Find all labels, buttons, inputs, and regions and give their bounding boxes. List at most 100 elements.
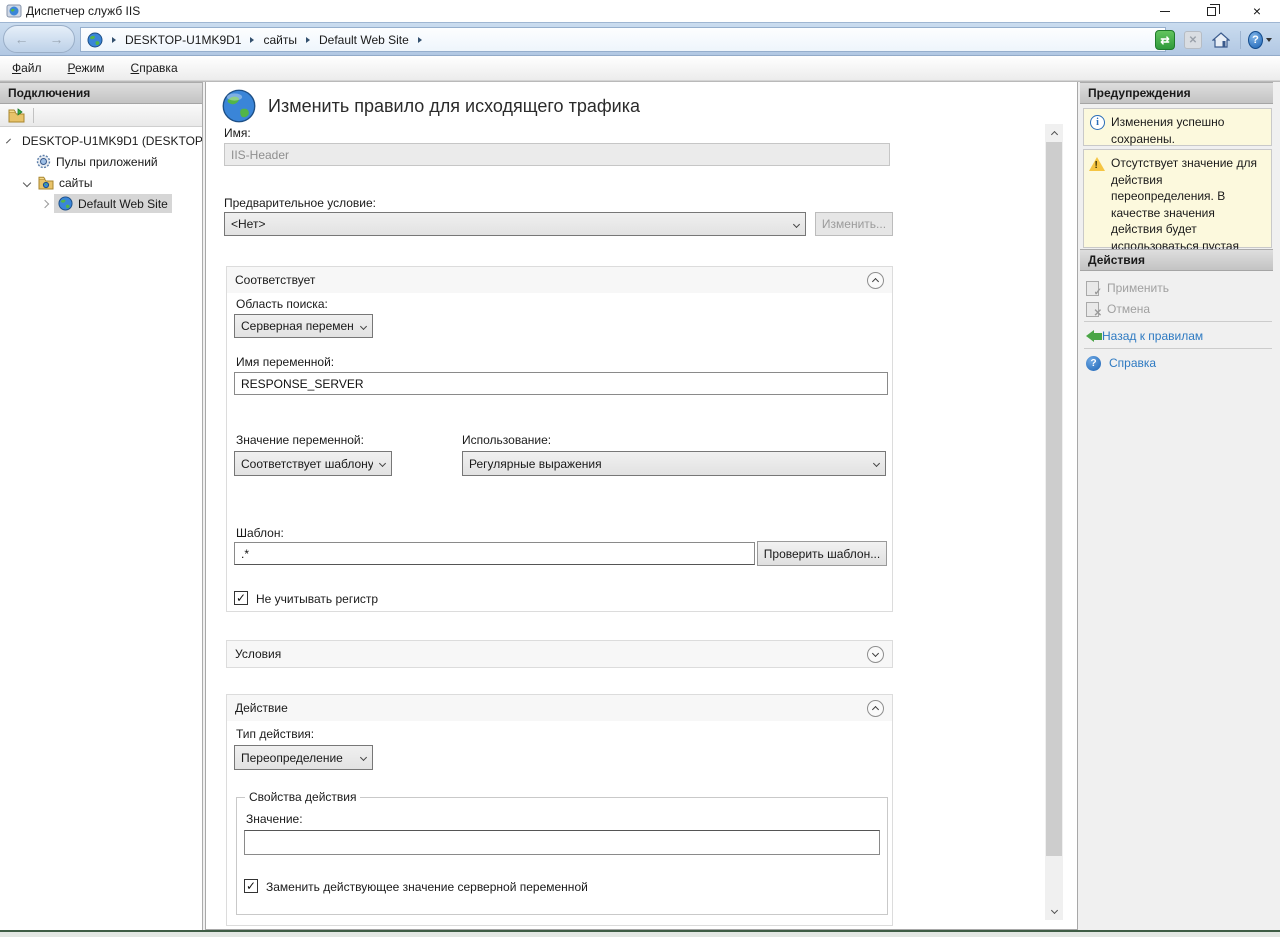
precondition-label: Предварительное условие:: [224, 196, 376, 210]
variable-value-label: Значение переменной:: [236, 433, 364, 447]
scope-select[interactable]: Серверная переменн: [234, 314, 373, 338]
tree-item-app-pools[interactable]: Пулы приложений: [0, 151, 202, 172]
replace-value-label: Заменить действующее значение серверной …: [266, 880, 588, 894]
precondition-value: <Нет>: [231, 217, 787, 231]
action-section-header[interactable]: Действие: [227, 695, 892, 721]
variable-name-label: Имя переменной:: [236, 355, 334, 369]
breadcrumb-item-server[interactable]: DESKTOP-U1MK9D1: [125, 33, 241, 47]
close-button[interactable]: ×: [1234, 0, 1280, 22]
conditions-section-header[interactable]: Условия: [227, 641, 892, 667]
iis-logo-icon: [6, 3, 22, 19]
pattern-input[interactable]: [234, 542, 755, 565]
name-input[interactable]: [224, 143, 890, 166]
chevron-down-icon: [867, 461, 885, 466]
action-type-label: Тип действия:: [236, 727, 314, 741]
restore-button[interactable]: [1188, 0, 1234, 22]
chevron-down-icon: [354, 324, 372, 329]
test-pattern-button[interactable]: Проверить шаблон...: [757, 541, 887, 566]
help-action[interactable]: ? Справка: [1086, 353, 1156, 373]
vertical-scrollbar[interactable]: [1045, 124, 1063, 920]
chevron-down-icon: [354, 755, 372, 760]
stop-button[interactable]: ✕: [1181, 28, 1205, 52]
cancel-action[interactable]: ✕ Отмена: [1086, 299, 1150, 319]
collapse-button[interactable]: [867, 700, 884, 717]
connections-panel: Подключения DESKTOP-U1MK9D1 (DESKTOP: [0, 82, 203, 930]
chevron-right-icon[interactable]: [41, 199, 49, 207]
breadcrumb[interactable]: DESKTOP-U1MK9D1 сайты Default Web Site: [80, 27, 1166, 52]
back-to-rules-label: Назад к правилам: [1102, 329, 1203, 343]
help-label: Справка: [1109, 356, 1156, 370]
chevron-down-icon: [787, 222, 805, 227]
breadcrumb-item-sites[interactable]: сайты: [263, 33, 297, 47]
using-value: Регулярные выражения: [469, 457, 867, 471]
chevron-down-icon: [872, 649, 879, 656]
toolbar-separator: [1240, 31, 1241, 49]
expand-button[interactable]: [867, 646, 884, 663]
connections-toolbar: [0, 104, 202, 127]
home-icon: [1212, 32, 1230, 48]
apply-action[interactable]: ✓ Применить: [1086, 278, 1169, 298]
home-button[interactable]: [1209, 28, 1233, 52]
alert-warning: Отсутствует значение для действия переоп…: [1083, 149, 1272, 248]
chevron-down-icon[interactable]: [23, 178, 31, 186]
connections-header: Подключения: [0, 82, 202, 104]
match-section-header[interactable]: Соответствует: [227, 267, 892, 293]
alert-info: i Изменения успешно сохранены.: [1083, 108, 1272, 146]
ignore-case-checkbox[interactable]: ✓: [234, 591, 248, 605]
navigation-control: ← →: [3, 25, 75, 53]
toolbar-separator: [33, 108, 34, 123]
action-type-select[interactable]: Переопределение: [234, 745, 373, 770]
conditions-section: Условия: [226, 640, 893, 668]
apply-icon: ✓: [1086, 281, 1099, 296]
ignore-case-label: Не учитывать регистр: [256, 592, 378, 606]
collapse-button[interactable]: [867, 272, 884, 289]
using-select[interactable]: Регулярные выражения: [462, 451, 886, 476]
variable-name-input[interactable]: [234, 372, 888, 395]
menu-file[interactable]: Файл: [12, 61, 42, 75]
value-label: Значение:: [246, 812, 303, 826]
breadcrumb-item-default-web-site[interactable]: Default Web Site: [319, 33, 409, 47]
precondition-select[interactable]: <Нет>: [224, 212, 806, 236]
scroll-thumb[interactable]: [1046, 142, 1062, 856]
address-bar: ← → DESKTOP-U1MK9D1 сайты Default Web Si…: [0, 22, 1280, 56]
breadcrumb-arrow-icon: [418, 37, 422, 43]
tree-selection: Default Web Site: [54, 194, 172, 213]
scope-label: Область поиска:: [236, 297, 328, 311]
scope-value: Серверная переменн: [241, 319, 354, 333]
menu-help[interactable]: Справка: [131, 61, 178, 75]
forward-icon[interactable]: →: [50, 32, 64, 46]
variable-value-select[interactable]: Соответствует шаблону: [234, 451, 392, 476]
tree-item-sites[interactable]: сайты: [0, 172, 202, 193]
save-connections-icon[interactable]: [8, 108, 25, 123]
tree-item-default-web-site[interactable]: Default Web Site: [0, 193, 202, 214]
chevron-down-icon[interactable]: [6, 138, 11, 143]
alert-text: Изменения успешно сохранены.: [1111, 115, 1224, 146]
chevron-up-icon: [872, 278, 879, 285]
minimize-icon: [1160, 11, 1170, 12]
app-pools-icon: [36, 154, 51, 169]
breadcrumb-arrow-icon: [306, 37, 310, 43]
scroll-down-icon: [1050, 906, 1057, 913]
action-type-value: Переопределение: [241, 751, 354, 765]
globe-icon: [87, 32, 103, 48]
window-title: Диспетчер служб IIS: [26, 4, 140, 18]
apply-label: Применить: [1107, 281, 1169, 295]
scroll-down-button[interactable]: [1045, 902, 1063, 920]
action-properties-group: Свойства действия: [236, 797, 888, 915]
separator: [1084, 321, 1272, 322]
back-icon[interactable]: ←: [15, 32, 29, 46]
breadcrumb-arrow-icon: [112, 37, 116, 43]
value-input[interactable]: [244, 830, 880, 855]
menu-view[interactable]: Режим: [68, 61, 105, 75]
tree-item-label: Default Web Site: [78, 197, 168, 211]
help-button[interactable]: ?: [1248, 28, 1272, 52]
edit-precondition-button[interactable]: Изменить...: [815, 212, 893, 236]
refresh-button[interactable]: ⇄: [1153, 28, 1177, 52]
actions-header: Действия: [1080, 249, 1273, 271]
scroll-up-button[interactable]: [1045, 124, 1063, 142]
tree-item-server[interactable]: DESKTOP-U1MK9D1 (DESKTOP: [0, 130, 202, 151]
replace-value-checkbox[interactable]: ✓: [244, 879, 258, 893]
minimize-button[interactable]: [1142, 0, 1188, 22]
back-to-rules-action[interactable]: Назад к правилам: [1086, 326, 1203, 346]
warning-icon: [1089, 157, 1105, 171]
